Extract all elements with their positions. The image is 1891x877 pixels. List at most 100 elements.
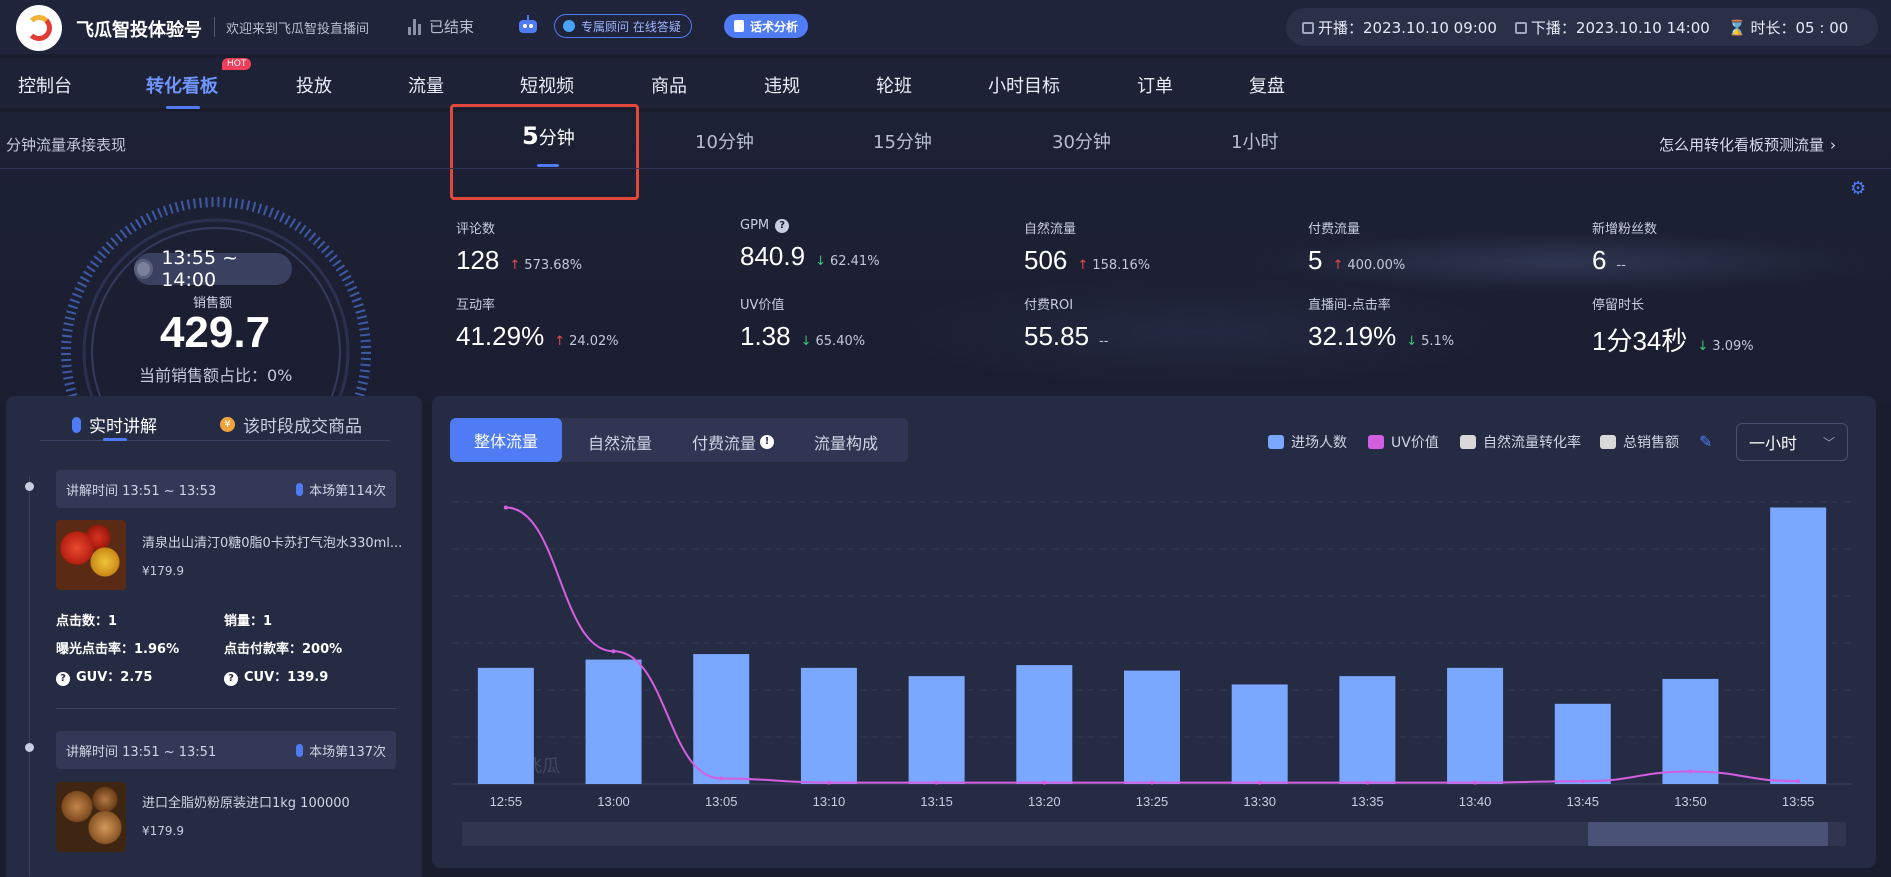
interval-1hour[interactable]: 1小时 <box>1231 128 1278 154</box>
time-range-pill: 13:55 ~ 14:00 <box>134 247 292 291</box>
nav-review[interactable]: 复盘 <box>1249 72 1285 98</box>
metric-uv-value: UV价值 1.38 65.40% <box>740 294 865 352</box>
bar-visitors[interactable] <box>1554 703 1611 784</box>
consultant-label: 专属顾问 在线答疑 <box>581 19 681 34</box>
bar-visitors[interactable] <box>1016 665 1073 784</box>
bar-visitors[interactable] <box>1124 670 1180 784</box>
robot-icon[interactable] <box>516 14 540 36</box>
document-icon <box>734 20 744 32</box>
nav-shifts[interactable]: 轮班 <box>876 72 912 98</box>
line-point-uv-value[interactable] <box>1257 780 1262 785</box>
nav-orders[interactable]: 订单 <box>1137 72 1173 98</box>
start-value: 2023.10.10 09:00 <box>1363 18 1497 37</box>
chart-scrollbar[interactable] <box>462 822 1846 846</box>
metric-label: UV价值 <box>740 298 785 313</box>
bar-visitors[interactable] <box>693 654 750 784</box>
interval-30min[interactable]: 30分钟 <box>1052 128 1111 154</box>
metric-gpm: GPM? 840.9 62.41% <box>740 218 880 272</box>
interval-15min[interactable]: 15分钟 <box>873 128 932 154</box>
highlight-annotation <box>450 104 639 200</box>
chat-icon <box>563 20 575 32</box>
metric-paid-traffic: 付费流量 5 400.00% <box>1308 218 1405 276</box>
line-point-uv-value[interactable] <box>1473 780 1478 785</box>
line-point-uv-value[interactable] <box>1042 780 1047 785</box>
help-icon[interactable]: ? <box>775 218 790 233</box>
x-tick-label: 13:55 <box>1782 794 1815 809</box>
bar-visitors[interactable] <box>1447 667 1504 784</box>
product-name[interactable]: 进口全脂奶粉原装进口1kg 100000 <box>142 792 402 811</box>
explanation-panel: 实时讲解 ¥ 该时段成交商品 讲解时间 13:51 ~ 13:53 本场第114… <box>6 396 422 877</box>
product-image[interactable] <box>56 782 126 852</box>
bar-visitors[interactable] <box>800 667 857 784</box>
metric-change: 3.09% <box>1697 339 1753 354</box>
tab-label: 该时段成交商品 <box>243 417 362 437</box>
x-tick-label: 13:10 <box>813 794 846 809</box>
nav-products[interactable]: 商品 <box>651 72 687 98</box>
metric-value: 55.85 <box>1024 321 1090 351</box>
line-point-uv-value[interactable] <box>611 649 616 654</box>
welcome-text: 欢迎来到飞瓜智投直播间 <box>226 22 370 37</box>
line-point-uv-value[interactable] <box>1365 780 1370 785</box>
nav-hourly-goal[interactable]: 小时目标 <box>988 72 1060 98</box>
bar-visitors[interactable] <box>477 667 534 784</box>
line-point-uv-value[interactable] <box>1150 780 1154 785</box>
microphone-icon <box>296 743 304 757</box>
stat-sales: 销量：1 <box>224 614 273 629</box>
divider <box>214 17 215 37</box>
tab-period-products[interactable]: ¥ 该时段成交商品 <box>220 412 362 437</box>
top-bar: 飞瓜智投体验号 欢迎来到飞瓜智投直播间 已结束 专属顾问 在线答疑 话术分析 开… <box>0 0 1891 54</box>
nav-conversion-board[interactable]: 转化看板 <box>146 72 218 98</box>
speech-analysis-button[interactable]: 话术分析 <box>724 14 809 38</box>
metric-change: 400.00% <box>1332 258 1405 273</box>
timeline-line <box>29 476 30 876</box>
consultant-button[interactable]: 专属顾问 在线答疑 <box>554 14 692 38</box>
end-value: 2023.10.10 14:00 <box>1575 18 1710 37</box>
bar-visitors[interactable] <box>1231 684 1288 784</box>
x-tick-label: 13:15 <box>920 794 953 809</box>
divider <box>56 708 396 709</box>
nav-violations[interactable]: 违规 <box>764 72 800 98</box>
bar-chart-icon <box>408 18 421 35</box>
x-tick-label: 13:45 <box>1566 794 1599 809</box>
x-tick-label: 13:25 <box>1136 794 1169 809</box>
bar-visitors[interactable] <box>1770 507 1827 784</box>
nav-traffic[interactable]: 流量 <box>408 72 444 98</box>
line-point-uv-value[interactable] <box>719 776 724 781</box>
nav-short-video[interactable]: 短视频 <box>520 72 574 98</box>
product-price: ¥179.9 <box>142 564 184 578</box>
metric-stay-duration: 停留时长 1分34秒 3.09% <box>1592 294 1754 358</box>
help-icon[interactable]: ? <box>224 672 238 686</box>
metric-value: 1.38 <box>740 321 791 351</box>
metric-value: 506 <box>1024 245 1068 275</box>
product-image[interactable] <box>56 520 126 590</box>
line-point-uv-value[interactable] <box>1796 779 1801 784</box>
x-tick-label: 12:55 <box>490 794 523 809</box>
metric-value: 1分34秒 <box>1592 326 1688 356</box>
howto-link[interactable]: 怎么用转化看板预测流量 › <box>1659 134 1836 155</box>
nav-console[interactable]: 控制台 <box>18 72 72 98</box>
interval-10min[interactable]: 10分钟 <box>695 128 754 154</box>
line-point-uv-value[interactable] <box>1580 779 1585 784</box>
tab-live-explanation[interactable]: 实时讲解 <box>72 412 157 437</box>
bar-visitors[interactable] <box>1662 678 1719 784</box>
metric-value: 5 <box>1308 245 1323 275</box>
line-point-uv-value[interactable] <box>826 780 831 785</box>
bar-visitors[interactable] <box>1339 676 1396 784</box>
stat-cvr: 点击付款率：200% <box>224 642 343 657</box>
metric-change: 5.1% <box>1406 334 1454 349</box>
help-icon[interactable]: ? <box>56 672 70 686</box>
bar-visitors[interactable] <box>585 659 642 784</box>
line-point-uv-value[interactable] <box>503 505 508 510</box>
nav-ads[interactable]: 投放 <box>296 72 332 98</box>
product-name[interactable]: 清泉出山清汀0糖0脂0卡苏打气泡水330ml... <box>142 532 402 551</box>
broadcast-time-info: 开播：2023.10.10 09:00 下播：2023.10.10 14:00 … <box>1286 8 1878 46</box>
line-point-uv-value[interactable] <box>1688 769 1693 774</box>
stat-cuv-value: CUV：139.9 <box>244 670 329 685</box>
line-point-uv-value[interactable] <box>934 780 939 785</box>
metric-interaction-rate: 互动率 41.29% 24.02% <box>456 294 619 352</box>
bar-visitors[interactable] <box>908 676 965 784</box>
duration-value: 05 : 00 <box>1795 18 1849 37</box>
start-label: 开播： <box>1318 18 1364 37</box>
scrollbar-handle[interactable] <box>1588 822 1828 846</box>
settings-gear-icon[interactable]: ⚙ <box>1850 180 1868 198</box>
